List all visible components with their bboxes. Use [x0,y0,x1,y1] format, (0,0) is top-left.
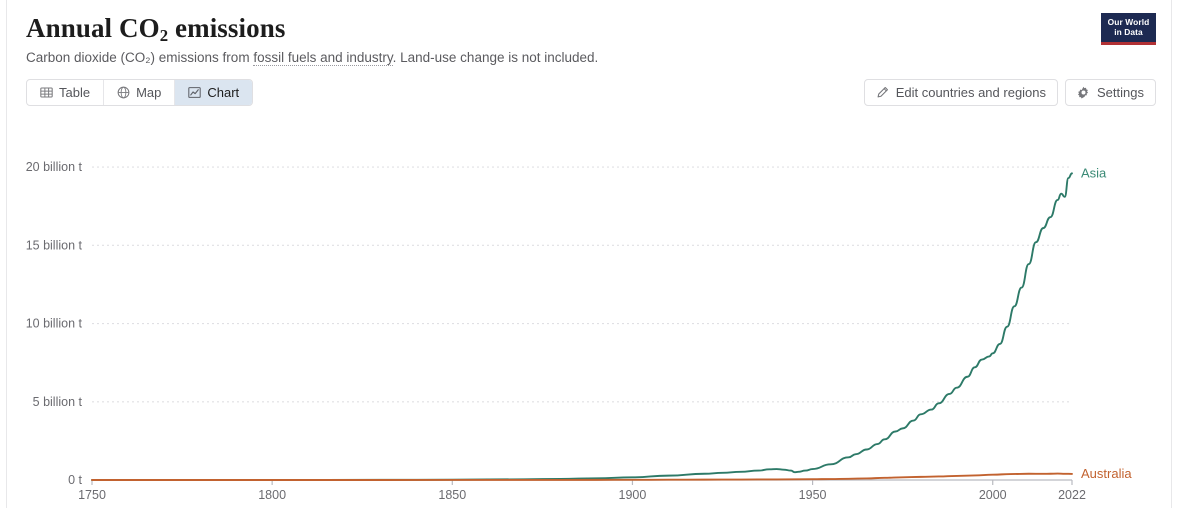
page-title-main: Annual CO [26,13,160,43]
series-end-labels: Asia Australia [1081,165,1132,481]
series-label-australia[interactable]: Australia [1081,466,1132,481]
settings-label: Settings [1097,85,1144,100]
tab-table[interactable]: Table [27,80,103,105]
chart-header: Annual CO2 emissions Carbon dioxide (CO₂… [26,12,1086,68]
settings-button[interactable]: Settings [1065,79,1156,106]
x-axis-tick-label: 2022 [1058,488,1086,502]
y-axis-tick-label: 10 billion t [26,317,83,331]
page-title: Annual CO2 emissions [26,12,1086,45]
x-axis-tick-label: 1750 [78,488,106,502]
tab-chart[interactable]: Chart [174,80,253,105]
y-axis-tick-label: 15 billion t [26,238,83,252]
logo-line-2: in Data [1114,26,1143,37]
chart-plot-area[interactable]: 0 t 5 billion t 10 billion t 15 billion t 20… [0,118,1200,508]
page-title-subscript: 2 [159,25,169,45]
globe-icon [117,86,130,99]
gear-icon [1077,86,1090,99]
y-axis-tick-label: 5 billion t [33,395,83,409]
line-chart-svg: 0 t 5 billion t 10 billion t 15 billion t 20… [26,160,1133,502]
x-axis-tick-label: 1900 [619,488,647,502]
x-axis-tick-label: 1850 [438,488,466,502]
page-title-tail: emissions [168,13,286,43]
x-axis-tick-label: 1800 [258,488,286,502]
our-world-in-data-logo[interactable]: Our World in Data [1101,13,1156,45]
y-axis-labels: 0 t 5 billion t 10 billion t 15 billion t 20… [26,160,83,487]
chart-subtitle: Carbon dioxide (CO₂) emissions from foss… [26,49,1086,67]
subtitle-glossary-link[interactable]: fossil fuels and industry [253,50,393,67]
pencil-icon [876,86,889,99]
owid-chart-page: Annual CO2 emissions Carbon dioxide (CO₂… [0,0,1200,508]
subtitle-text-after: . Land-use change is not included. [392,50,599,66]
series-label-asia[interactable]: Asia [1081,165,1107,180]
tab-chart-label: Chart [207,85,240,100]
chart-header-actions: Edit countries and regions Settings [863,79,1156,106]
series-lines [91,172,1073,481]
edit-countries-label: Edit countries and regions [895,85,1047,100]
tab-map[interactable]: Map [103,80,174,105]
line-chart-icon [188,86,202,99]
x-axis-tick-label: 1950 [799,488,827,502]
edit-countries-and-regions-button[interactable]: Edit countries and regions [863,79,1059,106]
y-axis-tick-label: 20 billion t [26,160,83,174]
tab-table-label: Table [59,85,91,100]
y-axis-tick-label: 0 t [68,473,82,487]
tab-map-label: Map [136,85,162,100]
subtitle-text-before: Carbon dioxide (CO₂) emissions from [26,50,254,66]
chart-view-tabs: Table Map Chart [26,79,254,106]
x-axis-tick-label: 2000 [979,488,1007,502]
y-gridlines [92,166,1072,403]
x-axis-labels: 1750 1800 1850 1900 1950 2000 2022 [78,488,1086,502]
table-icon [40,86,53,99]
series-line-asia[interactable] [91,172,1073,481]
